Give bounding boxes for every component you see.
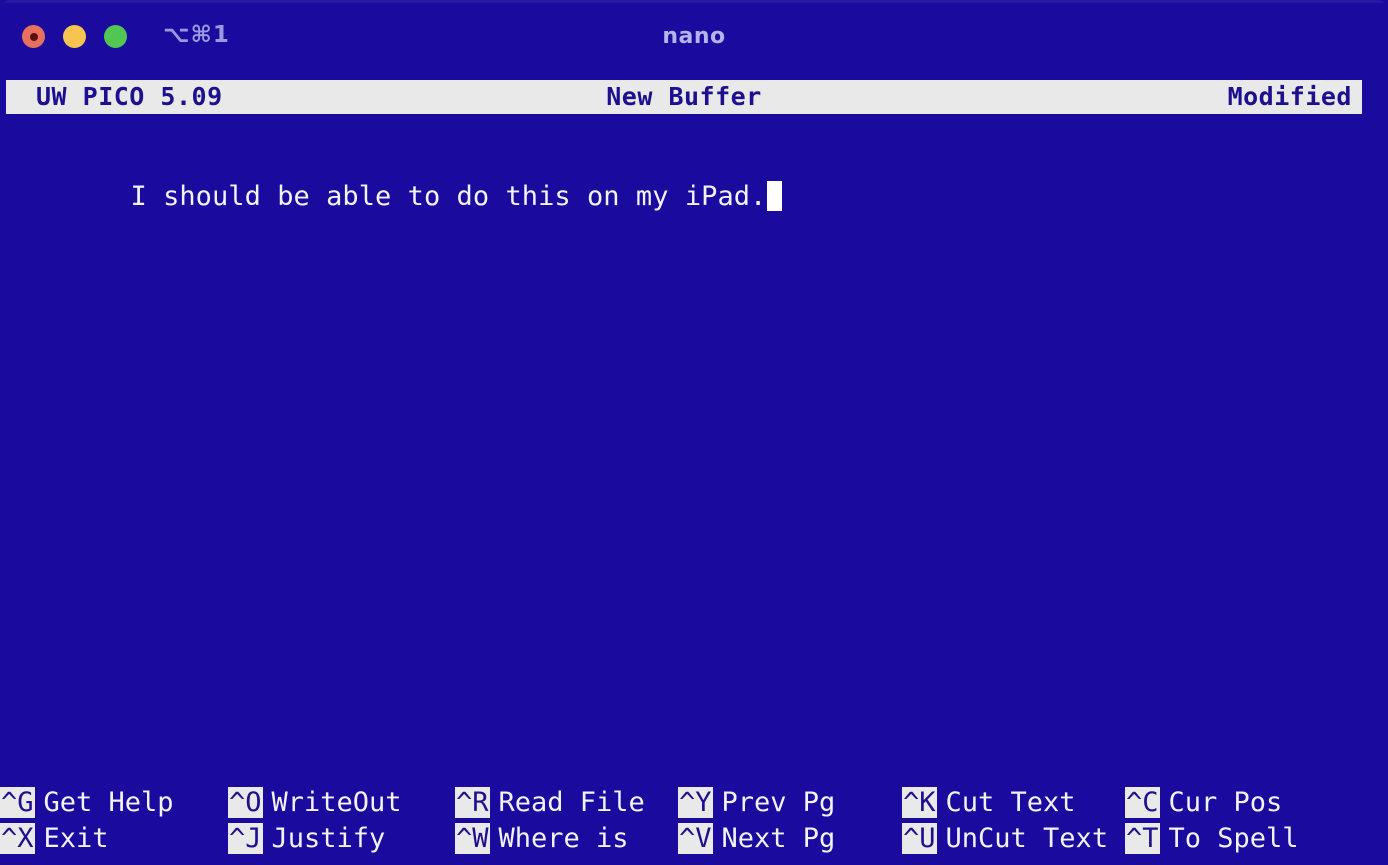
- shortcut-label: UnCut Text: [945, 823, 1109, 854]
- shortcut-label: WriteOut: [271, 787, 402, 818]
- shortcut-label: Cut Text: [945, 787, 1076, 818]
- shortcut-label: Where is: [498, 823, 629, 854]
- shortcut-label: Justify: [271, 823, 386, 854]
- text-editing-area[interactable]: I should be able to do this on my iPad.: [0, 128, 1388, 788]
- shortcut-item[interactable]: ^C Cur Pos: [1125, 785, 1282, 821]
- shortcut-key: ^K: [902, 787, 937, 818]
- shortcut-label: To Spell: [1168, 823, 1299, 854]
- shortcut-label: Read File: [498, 787, 645, 818]
- shortcut-key: ^O: [228, 787, 263, 818]
- text-cursor: [767, 181, 783, 211]
- shortcut-key: ^X: [0, 823, 35, 854]
- shortcut-item[interactable]: ^K Cut Text: [902, 785, 1076, 821]
- editor-line-text: I should be able to do this on my iPad.: [130, 181, 767, 212]
- terminal-window: ⌥⌘1 nano UW PICO 5.09 New Buffer Modifie…: [0, 0, 1388, 865]
- shortcut-label: Exit: [43, 823, 109, 854]
- shortcut-label: Get Help: [43, 787, 174, 818]
- shortcut-key: ^C: [1125, 787, 1160, 818]
- status-buffer-name: New Buffer: [606, 82, 762, 111]
- shortcut-item[interactable]: ^O WriteOut: [228, 785, 402, 821]
- shortcut-key: ^W: [455, 823, 490, 854]
- shortcut-key: ^R: [455, 787, 490, 818]
- nano-shortcut-bar: ^G Get Help ^X Exit ^O WriteOut ^J Justify ^R Rea…: [0, 785, 1388, 865]
- shortcut-item[interactable]: ^T To Spell: [1125, 821, 1299, 857]
- shortcut-key: ^G: [0, 787, 35, 818]
- editor-line[interactable]: I should be able to do this on my iPad.: [0, 146, 783, 212]
- shortcut-item[interactable]: ^Y Prev Pg: [678, 785, 835, 821]
- shortcut-key: ^U: [902, 823, 937, 854]
- shortcut-item[interactable]: ^G Get Help: [0, 785, 174, 821]
- shortcut-key: ^Y: [678, 787, 713, 818]
- shortcut-item[interactable]: ^V Next Pg: [678, 821, 835, 857]
- shortcut-item[interactable]: ^U UnCut Text: [902, 821, 1108, 857]
- nano-status-bar: UW PICO 5.09 New Buffer Modified: [6, 80, 1362, 114]
- shortcut-item[interactable]: ^R Read File: [455, 785, 645, 821]
- terminal-content: UW PICO 5.09 New Buffer Modified I shoul…: [0, 76, 1388, 865]
- shortcut-label: Cur Pos: [1168, 787, 1283, 818]
- window-titlebar: ⌥⌘1 nano: [0, 0, 1388, 76]
- status-modified-flag: Modified: [1227, 82, 1352, 111]
- shortcut-label: Prev Pg: [721, 787, 836, 818]
- shortcut-key: ^J: [228, 823, 263, 854]
- shortcut-label: Next Pg: [721, 823, 836, 854]
- shortcut-key: ^V: [678, 823, 713, 854]
- shortcut-item[interactable]: ^X Exit: [0, 821, 109, 857]
- shortcut-item[interactable]: ^J Justify: [228, 821, 385, 857]
- window-title: nano: [662, 24, 726, 49]
- shortcut-key: ^T: [1125, 823, 1160, 854]
- shortcut-item[interactable]: ^W Where is: [455, 821, 629, 857]
